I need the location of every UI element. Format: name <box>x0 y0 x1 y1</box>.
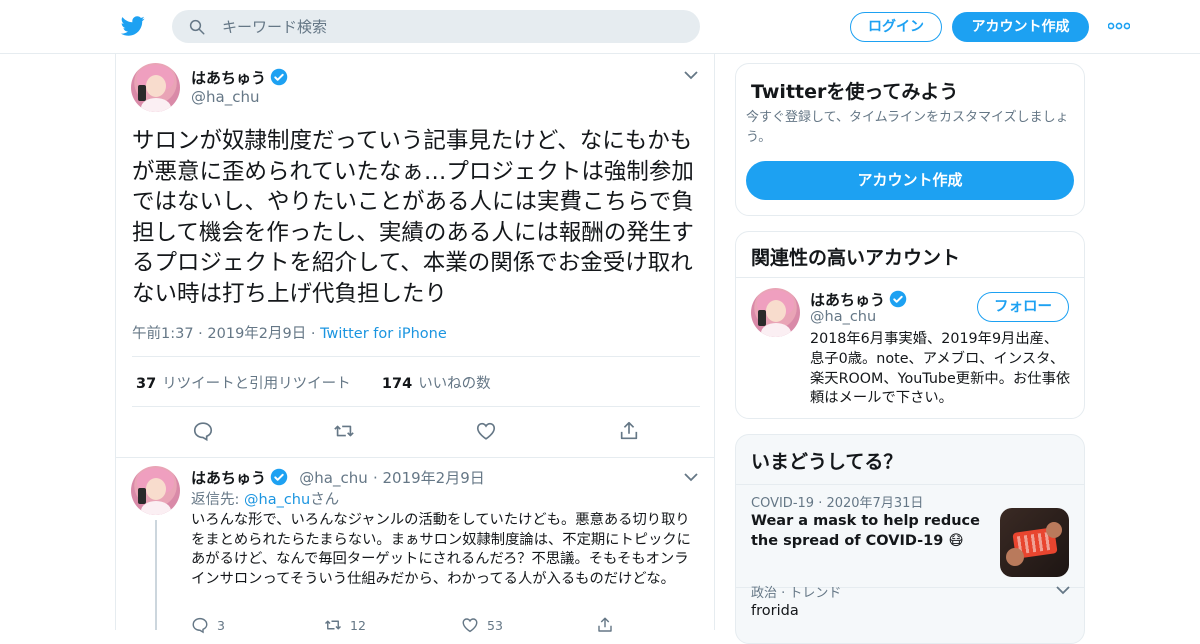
reply-author[interactable]: はあちゅう @ha_chu · 2019年2月9日 <box>191 467 485 488</box>
related-handle[interactable]: @ha_chu <box>810 309 876 325</box>
chevron-down-icon[interactable] <box>684 472 698 482</box>
like-stat[interactable]: 174 いいねの数 <box>382 376 491 392</box>
reply-author-name[interactable]: はあちゅう <box>191 469 266 487</box>
login-button[interactable]: ログイン <box>850 12 942 42</box>
reply-to-line: 返信先: @ha_chuさん <box>191 492 340 508</box>
reply-retweet-action[interactable]: 12 <box>324 616 366 634</box>
search-box[interactable] <box>172 10 700 43</box>
share-icon[interactable] <box>618 420 640 442</box>
reply-handle[interactable]: @ha_chu <box>299 469 367 487</box>
tweet-stats: 37 リツイートと引用リツイート 174 いいねの数 <box>136 372 491 393</box>
tweet-separator <box>116 457 714 458</box>
retweet-stat[interactable]: 37 リツイートと引用リツイート <box>136 376 351 392</box>
tweet-text: サロンが奴隷制度だっていう記事見たけど、なにもかもが悪意に歪められていたなぁ…プ… <box>132 128 694 307</box>
trend-item-2-meta: 政治 · トレンド <box>751 586 842 601</box>
like-icon <box>462 618 478 633</box>
divider <box>736 277 1084 278</box>
try-twitter-title: Twitterを使ってみよう <box>751 81 959 103</box>
top-bar: ログイン アカウント作成 <box>0 0 1200 54</box>
twitter-bird-icon[interactable] <box>120 14 146 38</box>
tweet-meta: 午前1:37 · 2019年2月9日 · Twitter for iPhone <box>132 326 447 342</box>
reply-text: いろんな形で、いろんなジャンルの活動をしていたけども。悪意ある切り取りをまとめら… <box>191 512 691 587</box>
retweet-icon <box>324 620 342 630</box>
divider <box>132 406 700 407</box>
reply-like-action[interactable]: 53 <box>461 616 503 634</box>
share-icon <box>598 617 612 632</box>
tweet-date[interactable]: 2019年2月9日 <box>207 326 306 342</box>
verified-icon <box>270 68 288 86</box>
tweet-column: はあちゅう @ha_chu サロンが奴隷制度だっていう記事見たけど、なにもかもが… <box>115 54 715 634</box>
divider <box>132 356 700 357</box>
verified-icon <box>889 290 907 308</box>
related-avatar[interactable] <box>751 288 800 337</box>
verified-icon <box>270 468 288 486</box>
chevron-down-icon[interactable] <box>684 70 698 80</box>
search-icon <box>189 19 205 35</box>
reply-reply-action[interactable]: 3 <box>191 616 225 634</box>
create-account-button[interactable]: アカウント作成 <box>746 161 1074 200</box>
avatar[interactable] <box>131 63 180 112</box>
trends-title: いまどうしてる？ <box>751 451 903 473</box>
reply-share-action[interactable] <box>596 616 622 634</box>
try-twitter-card: Twitterを使ってみよう 今すぐ登録して、タイムラインをカスタマイズしましょ… <box>735 63 1085 216</box>
signup-button[interactable]: アカウント作成 <box>952 12 1089 42</box>
author-name-text[interactable]: はあちゅう <box>191 69 266 87</box>
tweet-author-name[interactable]: はあちゅう <box>191 67 288 88</box>
chevron-down-icon[interactable] <box>1056 585 1070 595</box>
search-input[interactable] <box>222 10 682 43</box>
reply-icon <box>192 617 208 634</box>
follow-button[interactable]: フォロー <box>977 292 1069 322</box>
thread-line <box>155 520 157 630</box>
trend-item-1-title[interactable]: Wear a mask to help reduce the spread of… <box>751 511 991 551</box>
trend-item-1-image[interactable] <box>1000 508 1069 577</box>
related-bio: 2018年6月事実婚、2019年9月出産、息子0歳。note、アメブロ、インスタ… <box>810 331 1071 407</box>
retweet-icon[interactable] <box>333 420 355 442</box>
related-accounts-title: 関連性の高いアカウント <box>751 247 961 269</box>
trend-item-2-title[interactable]: frorida <box>751 601 799 621</box>
tweet-time[interactable]: 午前1:37 <box>132 326 194 342</box>
tweet-source-link[interactable]: Twitter for iPhone <box>320 326 447 342</box>
reply-date[interactable]: 2019年2月9日 <box>383 469 485 487</box>
trends-card: いまどうしてる？ COVID-19 · 2020年7月31日 Wear a ma… <box>735 434 1085 644</box>
reply-icon[interactable] <box>192 420 214 442</box>
more-icon[interactable] <box>1108 22 1130 30</box>
related-accounts-card: 関連性の高いアカウント はあちゅう @ha_chu フォロー 2018年6月事実… <box>735 231 1085 419</box>
like-icon[interactable] <box>475 420 497 442</box>
related-name[interactable]: はあちゅう <box>810 289 907 310</box>
reply-avatar[interactable] <box>131 466 180 515</box>
trends-header: いまどうしてる？ <box>736 435 1084 485</box>
trend-item-1-meta: COVID-19 · 2020年7月31日 <box>751 496 924 511</box>
tweet-author-handle[interactable]: @ha_chu <box>191 88 259 106</box>
try-twitter-subtitle: 今すぐ登録して、タイムラインをカスタマイズしましょう。 <box>746 110 1069 145</box>
reply-to-link[interactable]: @ha_chu <box>244 492 310 508</box>
